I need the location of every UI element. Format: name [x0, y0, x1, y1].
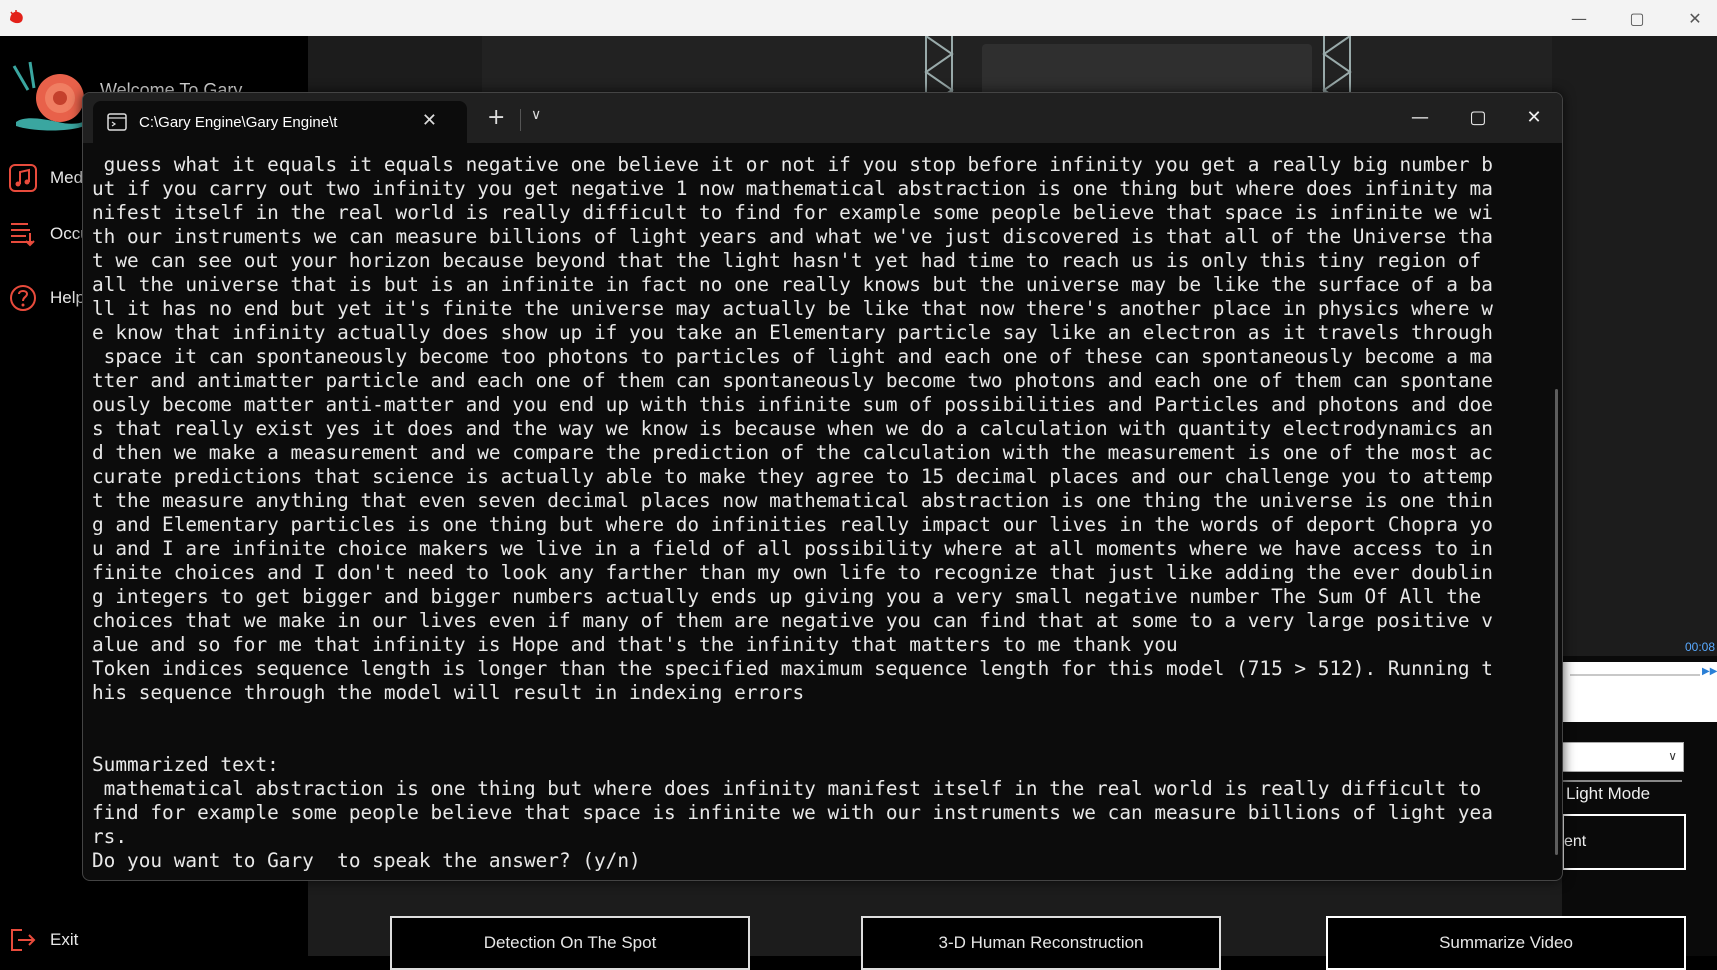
new-tab-icon[interactable]: + — [487, 105, 505, 130]
exit-button[interactable]: Exit — [8, 922, 78, 958]
progress-track[interactable] — [1570, 674, 1700, 676]
terminal-output[interactable]: guess what it equals it equals negative … — [92, 153, 1542, 873]
terminal-line: finite choices and I don't need to look … — [92, 561, 1542, 585]
terminal-line — [92, 705, 1542, 729]
terminal-line: g and Elementary particles is one thing … — [92, 513, 1542, 537]
music-icon — [8, 163, 38, 193]
terminal-line: nifest itself in the real world is reall… — [92, 201, 1542, 225]
terminal-line: s that really exist yes it does and the … — [92, 417, 1542, 441]
terminal-line: guess what it equals it equals negative … — [92, 153, 1542, 177]
terminal-line: choices that we make in our lives even i… — [92, 609, 1542, 633]
terminal-window: C:\Gary Engine\Gary Engine\t ✕ + ∨ — ▢ ✕… — [82, 92, 1563, 881]
terminal-tab-title: C:\Gary Engine\Gary Engine\t — [139, 114, 345, 131]
maximize-button[interactable]: ▢ — [1608, 0, 1666, 36]
terminal-line: rs. — [92, 825, 1542, 849]
terminal-line: Token indices sequence length is longer … — [92, 657, 1542, 681]
video-progress[interactable]: ▶▶ — [1562, 662, 1717, 722]
time-label: 00:08 — [1685, 640, 1715, 654]
terminal-icon — [107, 113, 127, 131]
light-mode-toggle[interactable]: Light Mode — [1566, 784, 1650, 804]
exit-label: Exit — [50, 930, 78, 950]
terminal-line — [92, 729, 1542, 753]
terminal-line: Summarized text: — [92, 753, 1542, 777]
terminal-line: t the measure anything that even seven d… — [92, 489, 1542, 513]
terminal-close-button[interactable]: ✕ — [1505, 99, 1563, 135]
exit-icon — [8, 925, 38, 955]
terminal-line: Do you want to Gary to speak the answer?… — [92, 849, 1542, 873]
minimize-button[interactable]: — — [1550, 0, 1608, 36]
terminal-line: curate predictions that science is actua… — [92, 465, 1542, 489]
terminal-tabbar: C:\Gary Engine\Gary Engine\t ✕ + ∨ — ▢ ✕ — [83, 93, 1563, 143]
close-button[interactable]: ✕ — [1666, 0, 1717, 36]
app-logo-icon — [8, 8, 26, 26]
mode-select[interactable]: ∨ — [1562, 742, 1684, 772]
summarize-video-button[interactable]: Summarize Video — [1326, 916, 1686, 970]
terminal-line: ut if you carry out two infinity you get… — [92, 177, 1542, 201]
terminal-line: ously become matter anti-matter and you … — [92, 393, 1542, 417]
terminal-line: u and I are infinite choice makers we li… — [92, 537, 1542, 561]
partial-button[interactable]: ent — [1562, 814, 1686, 870]
terminal-line: e know that infinity actually does show … — [92, 321, 1542, 345]
reconstruction-button[interactable]: 3-D Human Reconstruction — [861, 916, 1221, 970]
terminal-maximize-button[interactable]: ▢ — [1449, 99, 1507, 135]
terminal-line: tter and antimatter particle and each on… — [92, 369, 1542, 393]
divider — [520, 109, 521, 131]
terminal-tab[interactable]: C:\Gary Engine\Gary Engine\t ✕ — [93, 101, 467, 143]
sidebar-item-help[interactable]: Help — [8, 280, 85, 316]
terminal-line: th our instruments we can measure billio… — [92, 225, 1542, 249]
terminal-line: all the universe that is but is an infin… — [92, 273, 1542, 297]
terminal-line: ll it has no end but yet it's finite the… — [92, 297, 1542, 321]
fast-forward-icon[interactable]: ▶▶ — [1702, 666, 1717, 677]
terminal-line: mathematical abstraction is one thing bu… — [92, 777, 1542, 801]
chevron-down-icon: ∨ — [1668, 749, 1677, 763]
divider — [1562, 780, 1682, 782]
chevron-down-icon[interactable]: ∨ — [531, 107, 541, 123]
snail-logo-icon — [10, 56, 90, 136]
detection-button[interactable]: Detection On The Spot — [390, 916, 750, 970]
scrollbar[interactable] — [1555, 389, 1558, 855]
app-titlebar: — ▢ ✕ — [0, 0, 1717, 36]
terminal-line: his sequence through the model will resu… — [92, 681, 1542, 705]
terminal-line: d then we make a measurement and we comp… — [92, 441, 1542, 465]
terminal-line: t we can see out your horizon because be… — [92, 249, 1542, 273]
terminal-line: space it can spontaneously become too ph… — [92, 345, 1542, 369]
close-tab-icon[interactable]: ✕ — [422, 110, 437, 131]
sidebar-item-label: Help — [50, 288, 85, 308]
terminal-minimize-button[interactable]: — — [1391, 99, 1449, 135]
list-icon — [8, 219, 38, 249]
terminal-line: alue and so for me that infinity is Hope… — [92, 633, 1542, 657]
help-icon — [8, 283, 38, 313]
terminal-line: g integers to get bigger and bigger numb… — [92, 585, 1542, 609]
terminal-line: find for example some people believe tha… — [92, 801, 1542, 825]
